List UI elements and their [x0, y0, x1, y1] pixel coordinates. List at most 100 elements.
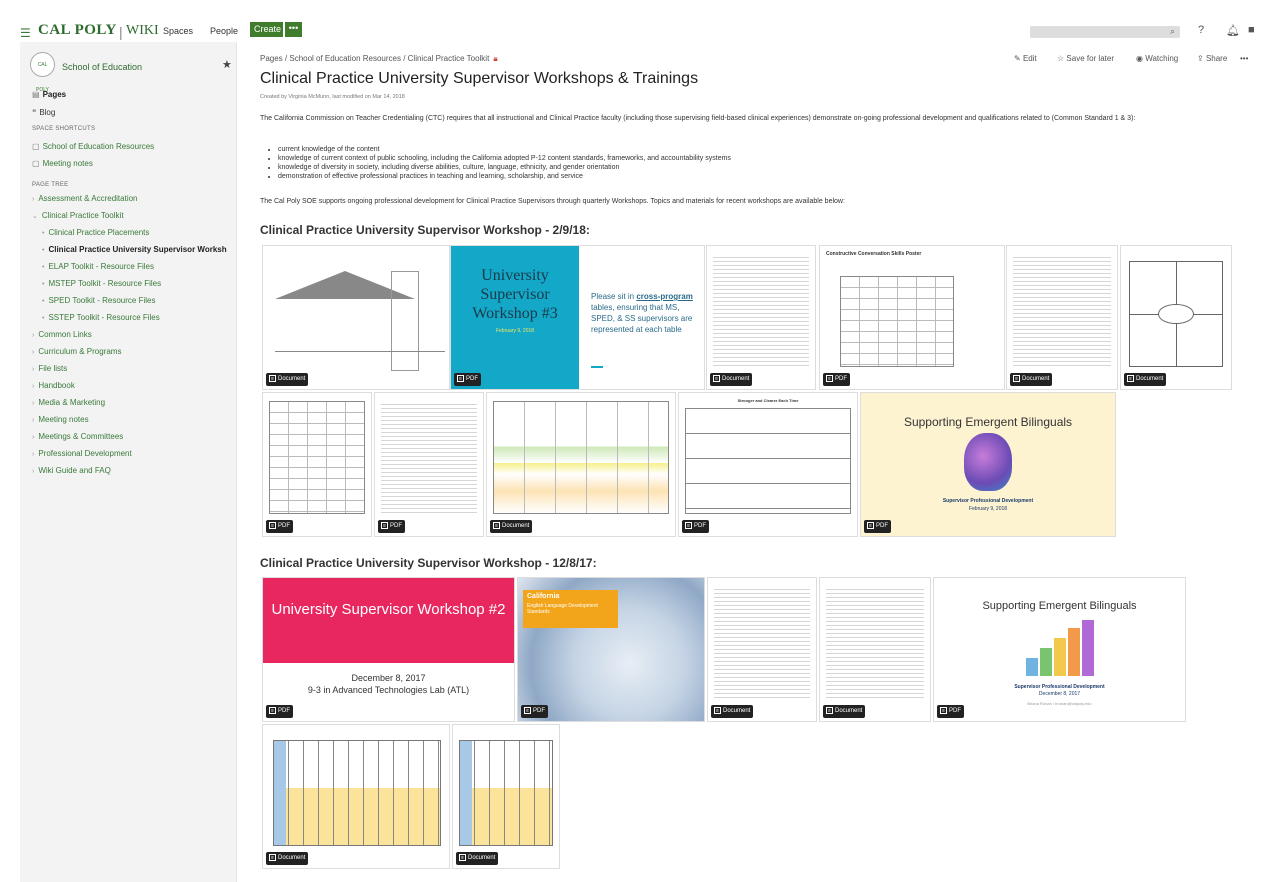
create-button[interactable]: Create	[250, 22, 283, 37]
tree-item-label: Media & Marketing	[38, 398, 106, 407]
badge-label: PDF	[533, 708, 545, 714]
cal-poly-logo[interactable]: CAL POLY	[38, 22, 117, 39]
attachment-thumbnail[interactable]: ≡ PDF	[262, 392, 372, 537]
search-input[interactable]	[1030, 26, 1180, 38]
tree-item[interactable]: • MSTEP Toolkit - Resource Files	[42, 279, 161, 288]
tree-item[interactable]: • SSTEP Toolkit - Resource Files	[42, 313, 160, 322]
nav-people[interactable]: People	[210, 26, 238, 36]
help-icon[interactable]: ?	[1198, 24, 1204, 36]
step-bar	[1068, 628, 1080, 676]
tree-item[interactable]: › Media & Marketing	[32, 398, 105, 407]
tree-item[interactable]: • Clinical Practice Placements	[42, 228, 149, 237]
breadcrumb[interactable]: Pages / School of Education Resources / …	[260, 54, 498, 64]
shortcut-meeting-notes[interactable]: ▢ Meeting notes	[32, 159, 93, 168]
tree-item[interactable]: › File lists	[32, 364, 67, 373]
attachment-thumbnail[interactable]: ≡ Document	[262, 724, 450, 869]
breadcrumb-text[interactable]: Pages / School of Education Resources / …	[260, 54, 489, 63]
tree-item[interactable]: › Professional Development	[32, 449, 132, 458]
nav-spaces[interactable]: Spaces	[163, 26, 193, 36]
share-button[interactable]: ⇪ Share	[1197, 54, 1227, 63]
sidebar-item-pages[interactable]: ▤ Pages	[32, 90, 66, 99]
pencil-icon: ✎	[1014, 54, 1023, 63]
expand-icon[interactable]: ›	[32, 400, 34, 407]
space-logo[interactable]: CAL POLY	[30, 52, 55, 93]
save-for-later-button[interactable]: ☆ Save for later	[1057, 54, 1114, 63]
sidebar-item-blog[interactable]: ❝ Blog	[32, 108, 55, 117]
space-name[interactable]: School of Education	[62, 62, 142, 72]
list-item: demonstration of effective professional …	[278, 172, 731, 181]
attachment-thumbnail[interactable]: Stronger and Clearer Each Time ≡ PDF	[678, 392, 858, 537]
document-icon: ≡	[269, 854, 276, 861]
attachment-thumbnail[interactable]: Supporting Emergent Bilinguals Superviso…	[933, 577, 1186, 722]
expand-icon[interactable]: ›	[32, 451, 34, 458]
tree-item[interactable]: › Handbook	[32, 381, 75, 390]
poster-title: Constructive Conversation Skills Poster	[826, 251, 922, 257]
search-icon[interactable]: ⌕	[1170, 26, 1175, 37]
tree-item[interactable]: • ELAP Toolkit - Resource Files	[42, 262, 154, 271]
attachment-thumbnail[interactable]: University Supervisor Workshop #3 Februa…	[450, 245, 705, 390]
collapse-icon[interactable]: ⌄	[32, 213, 38, 220]
edit-button[interactable]: ✎ Edit	[1014, 54, 1037, 63]
worksheet-title: Stronger and Clearer Each Time	[737, 398, 799, 403]
tree-item[interactable]: › Meetings & Committees	[32, 432, 123, 441]
watching-label: Watching	[1145, 54, 1179, 63]
slide-subtitle: Supervisor Professional Development	[1014, 684, 1105, 690]
diagram-base	[275, 351, 445, 352]
slide-note: Please sit in cross-program tables, ensu…	[591, 291, 701, 335]
expand-icon[interactable]: ›	[32, 349, 34, 356]
attachment-thumbnail[interactable]: ≡ Document	[262, 245, 450, 390]
standards-cover: California English Language Development …	[523, 590, 618, 628]
attachment-thumbnail[interactable]: Supporting Emergent Bilinguals Superviso…	[860, 392, 1116, 537]
document-icon: ≡	[713, 375, 720, 382]
tree-item[interactable]: › Assessment & Accreditation	[32, 194, 138, 203]
watching-button[interactable]: ◉ Watching	[1136, 54, 1178, 63]
attachment-thumbnail[interactable]: ≡ Document	[1006, 245, 1118, 390]
expand-icon[interactable]: ›	[32, 196, 34, 203]
star-icon[interactable]: ★	[222, 58, 232, 71]
expand-icon[interactable]: ›	[32, 332, 34, 339]
tree-item[interactable]: ⌄ Clinical Practice Toolkit	[32, 211, 124, 220]
tree-item-label: Wiki Guide and FAQ	[38, 466, 111, 475]
slide-credit: Briana Ronan / bronan@calpoly.edu	[1027, 701, 1092, 706]
tree-item[interactable]: › Common Links	[32, 330, 92, 339]
attachment-thumbnail[interactable]: ≡ Document	[452, 724, 560, 869]
attachment-thumbnail[interactable]: California English Language Development …	[517, 577, 705, 722]
expand-icon[interactable]: ›	[32, 468, 34, 475]
pdf-icon: ≡	[940, 707, 947, 714]
attachment-thumbnail[interactable]: ≡ Document	[486, 392, 676, 537]
document-preview	[826, 586, 924, 699]
attachment-thumbnail[interactable]: ≡ PDF	[374, 392, 484, 537]
attachment-thumbnail[interactable]: ≡ Document	[706, 245, 816, 390]
document-badge: ≡ Document	[266, 373, 309, 386]
edit-label: Edit	[1022, 54, 1037, 63]
bullet-icon: •	[42, 315, 45, 322]
attachment-thumbnail[interactable]: ≡ Document	[707, 577, 817, 722]
notifications-icon[interactable]: 🔔︎	[1226, 24, 1240, 37]
tree-item[interactable]: • SPED Toolkit - Resource Files	[42, 296, 155, 305]
attachment-thumbnail[interactable]: ≡ Document	[1120, 245, 1232, 390]
document-badge: ≡ Document	[266, 852, 309, 865]
main-content: Pages / School of Education Resources / …	[260, 42, 1260, 882]
attachment-thumbnail[interactable]: Constructive Conversation Skills Poster …	[819, 245, 1005, 390]
expand-icon[interactable]: ›	[32, 383, 34, 390]
requirements-list: current knowledge of the content knowled…	[272, 145, 731, 181]
document-badge: ≡ Document	[456, 852, 499, 865]
form-preview	[269, 401, 365, 514]
attachment-thumbnail[interactable]: ≡ Document	[819, 577, 931, 722]
expand-icon[interactable]: ›	[32, 366, 34, 373]
more-actions-button[interactable]: •••	[1240, 54, 1248, 63]
expand-icon[interactable]: ›	[32, 417, 34, 424]
wiki-logo[interactable]: WIKI	[126, 23, 159, 39]
tree-item[interactable]: › Meeting notes	[32, 415, 89, 424]
restriction-lock-icon[interactable]: 🔒︎	[493, 54, 497, 63]
tree-item-current[interactable]: • Clinical Practice University Supervisor…	[42, 245, 227, 254]
attachment-thumbnail[interactable]: University Supervisor Workshop #2 Decemb…	[262, 577, 515, 722]
expand-icon[interactable]: ›	[32, 434, 34, 441]
shortcut-school-resources[interactable]: ▢ School of Education Resources	[32, 142, 154, 151]
create-more-button[interactable]: •••	[285, 22, 302, 37]
user-avatar[interactable]: ■	[1248, 24, 1255, 36]
badge-label: PDF	[694, 523, 706, 529]
tree-item[interactable]: › Curriculum & Programs	[32, 347, 121, 356]
tree-item[interactable]: › Wiki Guide and FAQ	[32, 466, 111, 475]
menu-icon[interactable]: ☰	[20, 26, 31, 40]
